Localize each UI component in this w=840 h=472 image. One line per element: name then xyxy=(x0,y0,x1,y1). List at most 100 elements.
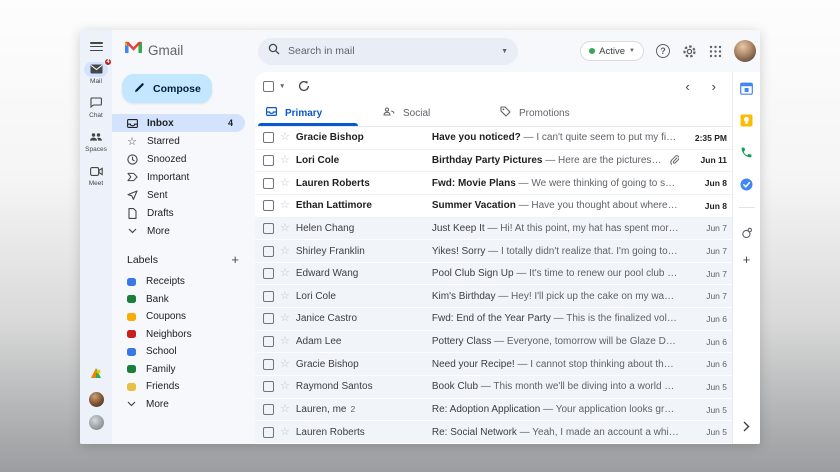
main-menu-icon[interactable] xyxy=(90,42,103,51)
star-icon[interactable]: ☆ xyxy=(280,336,290,347)
email-row[interactable]: ☆ Lauren, me 2 Re: Adoption ApplicationY… xyxy=(255,399,732,422)
star-icon[interactable]: ☆ xyxy=(280,427,290,438)
user-avatar[interactable] xyxy=(734,40,756,62)
older-page-icon[interactable]: › xyxy=(712,80,716,93)
star-icon[interactable]: ☆ xyxy=(280,404,290,415)
sidebar-item-inbox[interactable]: Inbox 4 xyxy=(112,114,245,132)
star-icon[interactable]: ☆ xyxy=(280,246,290,257)
label-color-chip xyxy=(127,383,136,391)
help-icon[interactable]: ? xyxy=(656,44,670,58)
email-row[interactable]: ☆ Janice Castro Fwd: End of the Year Par… xyxy=(255,308,732,331)
sidebar-item-important[interactable]: Important xyxy=(112,168,245,186)
rail-item-spaces[interactable]: Spaces xyxy=(84,130,108,153)
star-icon[interactable]: ☆ xyxy=(280,200,290,211)
sidebar-item-snoozed[interactable]: Snoozed xyxy=(112,150,245,168)
workspace-app-icon[interactable] xyxy=(90,366,103,384)
search-bar[interactable]: ▼ xyxy=(258,38,518,65)
tasks-icon[interactable] xyxy=(739,177,754,192)
email-row[interactable]: ☆ Helen Chang Just Keep ItHi! At this po… xyxy=(255,218,732,241)
label-item[interactable]: Bank xyxy=(112,291,255,309)
select-all-checkbox[interactable] xyxy=(263,81,274,92)
select-checkbox[interactable] xyxy=(263,404,274,415)
create-label-button[interactable]: + xyxy=(231,253,239,266)
chat-contact-avatar[interactable] xyxy=(89,415,104,430)
star-icon[interactable]: ☆ xyxy=(280,313,290,324)
select-checkbox[interactable] xyxy=(263,313,274,324)
rail-item-chat[interactable]: Chat xyxy=(84,96,108,119)
email-subject-snippet: Book ClubThis month we'll be diving into… xyxy=(432,381,679,392)
star-icon[interactable]: ☆ xyxy=(280,268,290,279)
email-row[interactable]: ☆ Raymond Santos Book ClubThis month we'… xyxy=(255,376,732,399)
label-item[interactable]: Neighbors xyxy=(112,326,255,344)
get-addons-icon[interactable]: + xyxy=(743,253,751,266)
meet-icon xyxy=(90,163,103,181)
email-row[interactable]: ☆ Lauren Roberts Fwd: Movie PlansWe were… xyxy=(255,172,732,195)
status-selector[interactable]: Active ▼ xyxy=(580,41,644,61)
expand-panel-icon[interactable] xyxy=(743,421,750,432)
star-icon[interactable]: ☆ xyxy=(280,381,290,392)
keep-icon[interactable] xyxy=(739,113,754,128)
tab-social[interactable]: Social xyxy=(372,100,489,126)
star-icon[interactable]: ☆ xyxy=(280,291,290,302)
label-item[interactable]: Receipts xyxy=(112,273,255,291)
chat-contact-avatar[interactable] xyxy=(89,392,104,407)
sidebar-item-drafts[interactable]: Drafts xyxy=(112,204,245,222)
star-icon[interactable]: ☆ xyxy=(280,132,290,143)
email-subject-snippet: Kim's BirthdayHey! I'll pick up the cake… xyxy=(432,291,679,302)
refresh-icon[interactable] xyxy=(298,80,310,92)
rail-item-meet[interactable]: Meet xyxy=(84,164,108,187)
tab-primary[interactable]: Primary xyxy=(255,100,372,126)
select-checkbox[interactable] xyxy=(263,132,274,143)
email-row[interactable]: ☆ Edward Wang Pool Club Sign UpIt's time… xyxy=(255,263,732,286)
addon-icon[interactable] xyxy=(739,225,754,240)
email-row[interactable]: ☆ Lori Cole Birthday Party PicturesHere … xyxy=(255,150,732,173)
newer-page-icon[interactable]: ‹ xyxy=(685,80,689,93)
search-options-caret-icon[interactable]: ▼ xyxy=(501,48,508,55)
select-checkbox[interactable] xyxy=(263,155,274,166)
email-row[interactable]: ☆ Gracie Bishop Have you noticed?I can't… xyxy=(255,127,732,150)
select-checkbox[interactable] xyxy=(263,336,274,347)
calendar-icon[interactable] xyxy=(739,81,754,96)
rail-item-mail[interactable]: 4 Mail xyxy=(84,62,108,85)
email-row[interactable]: ☆ Gracie Bishop Need your Recipe!I canno… xyxy=(255,353,732,376)
select-checkbox[interactable] xyxy=(263,200,274,211)
email-row[interactable]: ☆ Lori Cole Kim's BirthdayHey! I'll pick… xyxy=(255,285,732,308)
label-color-chip xyxy=(127,348,136,356)
select-checkbox[interactable] xyxy=(263,178,274,189)
email-sender: Edward Wang xyxy=(296,268,426,279)
star-icon[interactable]: ☆ xyxy=(280,223,290,234)
tab-promotions[interactable]: Promotions xyxy=(489,100,606,126)
select-checkbox[interactable] xyxy=(263,291,274,302)
select-checkbox[interactable] xyxy=(263,268,274,279)
star-icon[interactable]: ☆ xyxy=(280,359,290,370)
star-icon[interactable]: ☆ xyxy=(280,178,290,189)
select-caret-icon[interactable]: ▼ xyxy=(279,83,285,90)
settings-gear-icon[interactable] xyxy=(682,44,697,59)
star-icon[interactable]: ☆ xyxy=(280,155,290,166)
label-item[interactable]: Family xyxy=(112,361,255,379)
email-row[interactable]: ☆ Ethan Lattimore Summer VacationHave yo… xyxy=(255,195,732,218)
sidebar-item-starred[interactable]: ☆ Starred xyxy=(112,132,245,150)
voice-icon[interactable] xyxy=(739,145,754,160)
brand-name: Gmail xyxy=(148,43,183,58)
pagination: ‹ › xyxy=(685,80,716,93)
label-item[interactable]: School xyxy=(112,343,255,361)
label-item[interactable]: Coupons xyxy=(112,308,255,326)
email-row[interactable]: ☆ Adam Lee Pottery ClassEveryone, tomorr… xyxy=(255,331,732,354)
compose-button[interactable]: Compose xyxy=(122,74,212,103)
select-checkbox[interactable] xyxy=(263,427,274,438)
email-row[interactable]: ☆ Shirley Franklin Yikes! SorryI totally… xyxy=(255,240,732,263)
select-checkbox[interactable] xyxy=(263,381,274,392)
search-input[interactable] xyxy=(288,45,493,57)
label-item[interactable]: Friends xyxy=(112,378,255,396)
email-sender: Lori Cole xyxy=(296,291,426,302)
labels-more[interactable]: More xyxy=(112,396,255,414)
select-checkbox[interactable] xyxy=(263,359,274,370)
sidebar-item-more[interactable]: More xyxy=(112,222,245,240)
sidebar-item-sent[interactable]: Sent xyxy=(112,186,245,204)
select-checkbox[interactable] xyxy=(263,246,274,257)
select-checkbox[interactable] xyxy=(263,223,274,234)
apps-grid-icon[interactable] xyxy=(709,45,722,58)
email-row[interactable]: ☆ Lauren Roberts Re: Social NetworkYeah,… xyxy=(255,421,732,444)
email-sender: Gracie Bishop xyxy=(296,132,426,143)
